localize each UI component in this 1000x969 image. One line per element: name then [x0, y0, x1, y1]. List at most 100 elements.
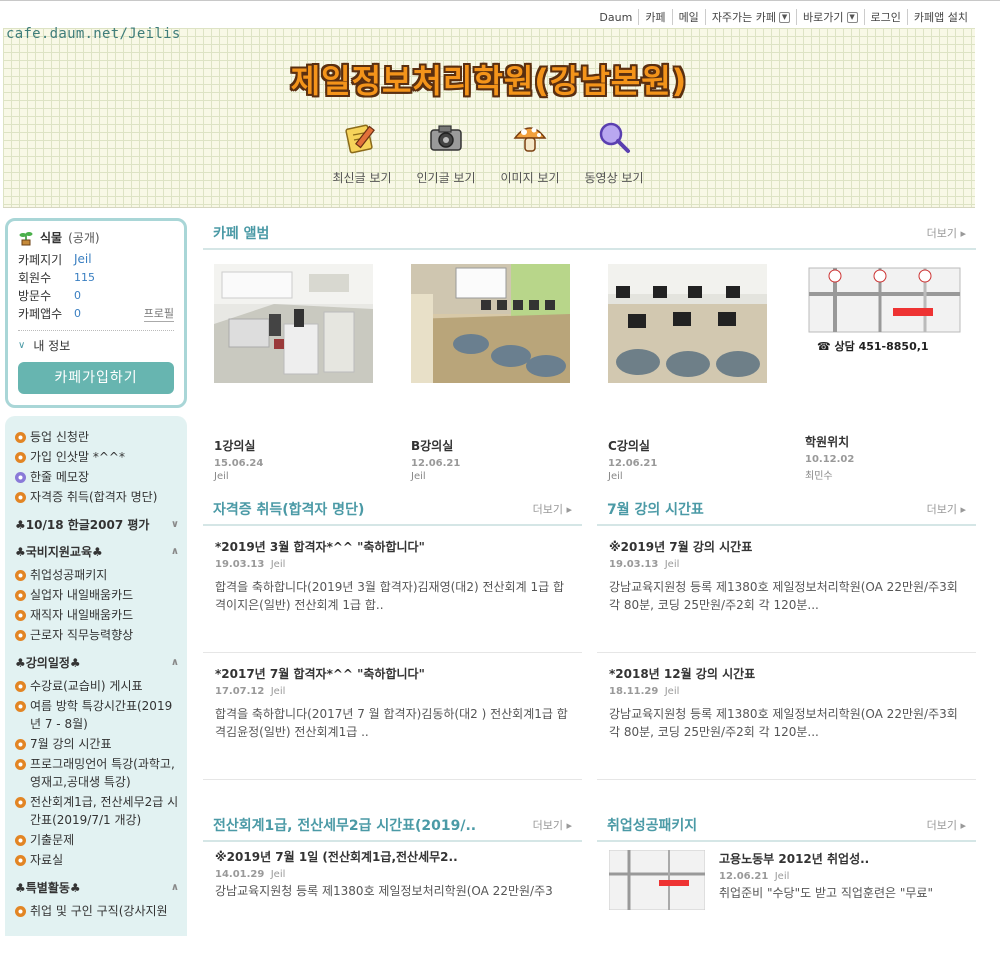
post-item[interactable]: *2017년 7월 합격자*^^ "축하합니다" 17.07.12 Jeil 합…	[203, 653, 582, 780]
board-accounting: 전산회계1급, 전산세무2급 시간표(2019/.. 더보기 ▸ ※2019년 …	[203, 810, 582, 969]
my-info-toggle[interactable]: ∨ 내 정보	[18, 330, 174, 354]
flower-icon	[15, 590, 26, 601]
menu-item[interactable]: 7월 강의 시간표	[15, 735, 179, 753]
board-employment: 취업성공패키지 더보기 ▸ 고용노동부 2012년 취업성.. 12.06.21…	[597, 810, 976, 969]
post-item[interactable]: *2018년 12월 강의 시간표 18.11.29 Jeil 강남교육지원청 …	[597, 653, 976, 780]
cafe-profile-box: 식물 (공개) 카페지기 Jeil 회원수 115 방문수 0 카페앱수 0 프로필 ∨ …	[5, 218, 187, 408]
flower-icon	[15, 492, 26, 503]
post-item[interactable]: 고용노동부 2012년 취업성.. 12.06.21 Jeil 취업준비 "수당…	[597, 842, 976, 969]
menu-item[interactable]: 등업 신청란	[15, 428, 179, 446]
chevron-up-icon: ∧	[170, 546, 179, 557]
topnav-cafe[interactable]: 카페	[638, 9, 671, 25]
menu-item[interactable]: 한줄 메모장	[15, 468, 179, 486]
map-phone: ☎ 상담 451-8850,1	[817, 340, 929, 353]
classroom-photo	[608, 264, 767, 383]
album-section: 카페 앨범 더보기 ▸ 1강의실 15.06.24 Jeil B강의실 12.0…	[203, 218, 976, 482]
board-more-link[interactable]: 더보기 ▸	[533, 817, 572, 833]
menu-item[interactable]: 기출문제	[15, 831, 179, 849]
menu-item[interactable]: 취업 및 구인 구직(강사지원	[15, 902, 179, 920]
chevron-down-icon[interactable]: ▼	[779, 11, 791, 23]
board-more-link[interactable]: 더보기 ▸	[927, 817, 966, 833]
menu-group-gov: 취업성공패키지 실업자 내일배움카드 재직자 내일배움카드 근로자 직무능력향상	[15, 566, 179, 644]
menu-item[interactable]: 자격증 취득(합격자 명단)	[15, 488, 179, 506]
flower-icon	[15, 630, 26, 641]
quick-latest-posts[interactable]: 최신글 보기	[331, 120, 393, 186]
board-more-link[interactable]: 더보기 ▸	[533, 501, 572, 517]
join-cafe-button[interactable]: 카페가입하기	[18, 362, 174, 394]
board-title[interactable]: 취업성공패키지	[607, 815, 697, 835]
menu-item[interactable]: 전산회계1급, 전산세무2급 시간표(2019/7/1 개강)	[15, 793, 179, 829]
topnav-install-app[interactable]: 카페앱 설치	[906, 9, 974, 25]
flower-icon	[15, 701, 26, 712]
flower-icon	[15, 739, 26, 750]
menu-group-special: 취업 및 구인 구직(강사지원	[15, 902, 179, 920]
sidebar-menu: 등업 신청란 가입 인삿말 *^^* 한줄 메모장 자격증 취득(합격자 명단)…	[5, 416, 187, 936]
menu-item[interactable]: 가입 인삿말 *^^*	[15, 448, 179, 466]
album-item[interactable]: C강의실 12.06.21 Jeil	[608, 264, 767, 482]
chevron-down-icon[interactable]: ▼	[846, 11, 858, 23]
flower-icon	[15, 610, 26, 621]
owner-link[interactable]: Jeil	[74, 252, 92, 266]
topnav-favorite-cafes[interactable]: 자주가는 카페 ▼	[704, 9, 796, 25]
profile-row-visits: 방문수 0	[18, 288, 81, 303]
board-cert: 자격증 취득(합격자 명단) 더보기 ▸ *2019년 3월 합격자*^^ "축…	[203, 494, 582, 780]
location-map-image: ☎ 상담 451-8850,1	[805, 264, 964, 383]
menu-item[interactable]: 근로자 직무능력향상	[15, 626, 179, 644]
magnifier-icon	[599, 122, 630, 153]
chevron-up-icon: ∧	[170, 882, 179, 893]
album-title[interactable]: 카페 앨범	[213, 223, 269, 243]
flower-icon	[15, 452, 26, 463]
chevron-down-icon: ∨	[18, 340, 26, 351]
post-item[interactable]: ※2019년 7월 1일 (전산회계1급,전산세무2.. 14.01.29 Je…	[203, 842, 582, 969]
album-item[interactable]: ☎ 상담 451-8850,1 학원위치 10.12.02 최민수	[805, 264, 964, 482]
menu-group-header[interactable]: ♣국비지원교육♣ ∧	[15, 543, 179, 560]
topnav-shortcuts[interactable]: 바로가기 ▼	[796, 9, 863, 25]
chevron-down-icon: ∨	[170, 519, 179, 530]
post-item[interactable]: ※2019년 7월 강의 시간표 19.03.13 Jeil 강남교육지원청 등…	[597, 526, 976, 653]
quick-video-view[interactable]: 동영상 보기	[583, 120, 645, 186]
topnav-mail[interactable]: 메일	[671, 9, 705, 25]
classroom-photo	[214, 264, 373, 383]
menu-item[interactable]: 취업성공패키지	[15, 566, 179, 584]
post-item[interactable]: *2019년 3월 합격자*^^ "축하합니다" 19.03.13 Jeil 합…	[203, 526, 582, 653]
plant-level-icon	[19, 231, 33, 245]
flower-icon	[15, 835, 26, 846]
profile-row-app: 카페앱수 0 프로필	[18, 305, 174, 322]
quick-popular-posts[interactable]: 인기글 보기	[415, 120, 477, 186]
topnav-login[interactable]: 로그인	[863, 9, 907, 25]
flower-icon	[15, 570, 26, 581]
menu-item[interactable]: 여름 방학 특강시간표(2019년 7 - 8월)	[15, 697, 179, 733]
album-more-link[interactable]: 더보기 ▸	[927, 225, 966, 241]
quick-image-view[interactable]: 이미지 보기	[499, 120, 561, 186]
menu-item[interactable]: 프로그래밍언어 특강(과학고,영재고,공대생 특강)	[15, 755, 179, 791]
post-thumbnail-map	[609, 850, 705, 910]
profile-link[interactable]: 프로필	[143, 305, 174, 322]
board-title[interactable]: 자격증 취득(합격자 명단)	[213, 499, 364, 519]
camera-icon	[430, 125, 462, 151]
menu-item[interactable]: 자료실	[15, 851, 179, 869]
album-item[interactable]: 1강의실 15.06.24 Jeil	[214, 264, 373, 482]
cafe-visibility: (공개)	[68, 231, 100, 245]
menu-group-header[interactable]: ♣10/18 한글2007 평가 ∨	[15, 516, 179, 533]
menu-item[interactable]: 실업자 내일배움카드	[15, 586, 179, 604]
menu-group-header[interactable]: ♣특별활동♣ ∧	[15, 879, 179, 896]
cafe-level: 식물	[40, 231, 63, 245]
cafe-url[interactable]: cafe.daum.net/Jeilis	[6, 26, 181, 42]
album-item[interactable]: B강의실 12.06.21 Jeil	[411, 264, 570, 482]
board-title[interactable]: 전산회계1급, 전산세무2급 시간표(2019/..	[213, 815, 476, 835]
flower-icon	[15, 681, 26, 692]
cafe-header: cafe.daum.net/Jeilis 제일정보처리학원(강남본원) 최신글 …	[3, 26, 975, 208]
board-title[interactable]: 7월 강의 시간표	[607, 499, 704, 519]
menu-item[interactable]: 재직자 내일배움카드	[15, 606, 179, 624]
menu-group-schedule: 수강료(교습비) 게시표 여름 방학 특강시간표(2019년 7 - 8월) 7…	[15, 677, 179, 869]
menu-group-header[interactable]: ♣강의일정♣ ∧	[15, 654, 179, 671]
menu-item[interactable]: 수강료(교습비) 게시표	[15, 677, 179, 695]
topnav-daum[interactable]: Daum	[593, 11, 638, 24]
quick-links: 최신글 보기 인기글 보기 이미지 보기 동영상 보기	[331, 120, 645, 186]
board-more-link[interactable]: 더보기 ▸	[927, 501, 966, 517]
memo-pencil-icon	[345, 124, 375, 154]
main-content: 카페 앨범 더보기 ▸ 1강의실 15.06.24 Jeil B강의실 12.0…	[203, 218, 976, 969]
menu-group-general: 등업 신청란 가입 인삿말 *^^* 한줄 메모장 자격증 취득(합격자 명단)	[15, 428, 179, 506]
cafe-title[interactable]: 제일정보처리학원(강남본원)	[3, 56, 975, 102]
mushroom-icon	[513, 127, 547, 152]
